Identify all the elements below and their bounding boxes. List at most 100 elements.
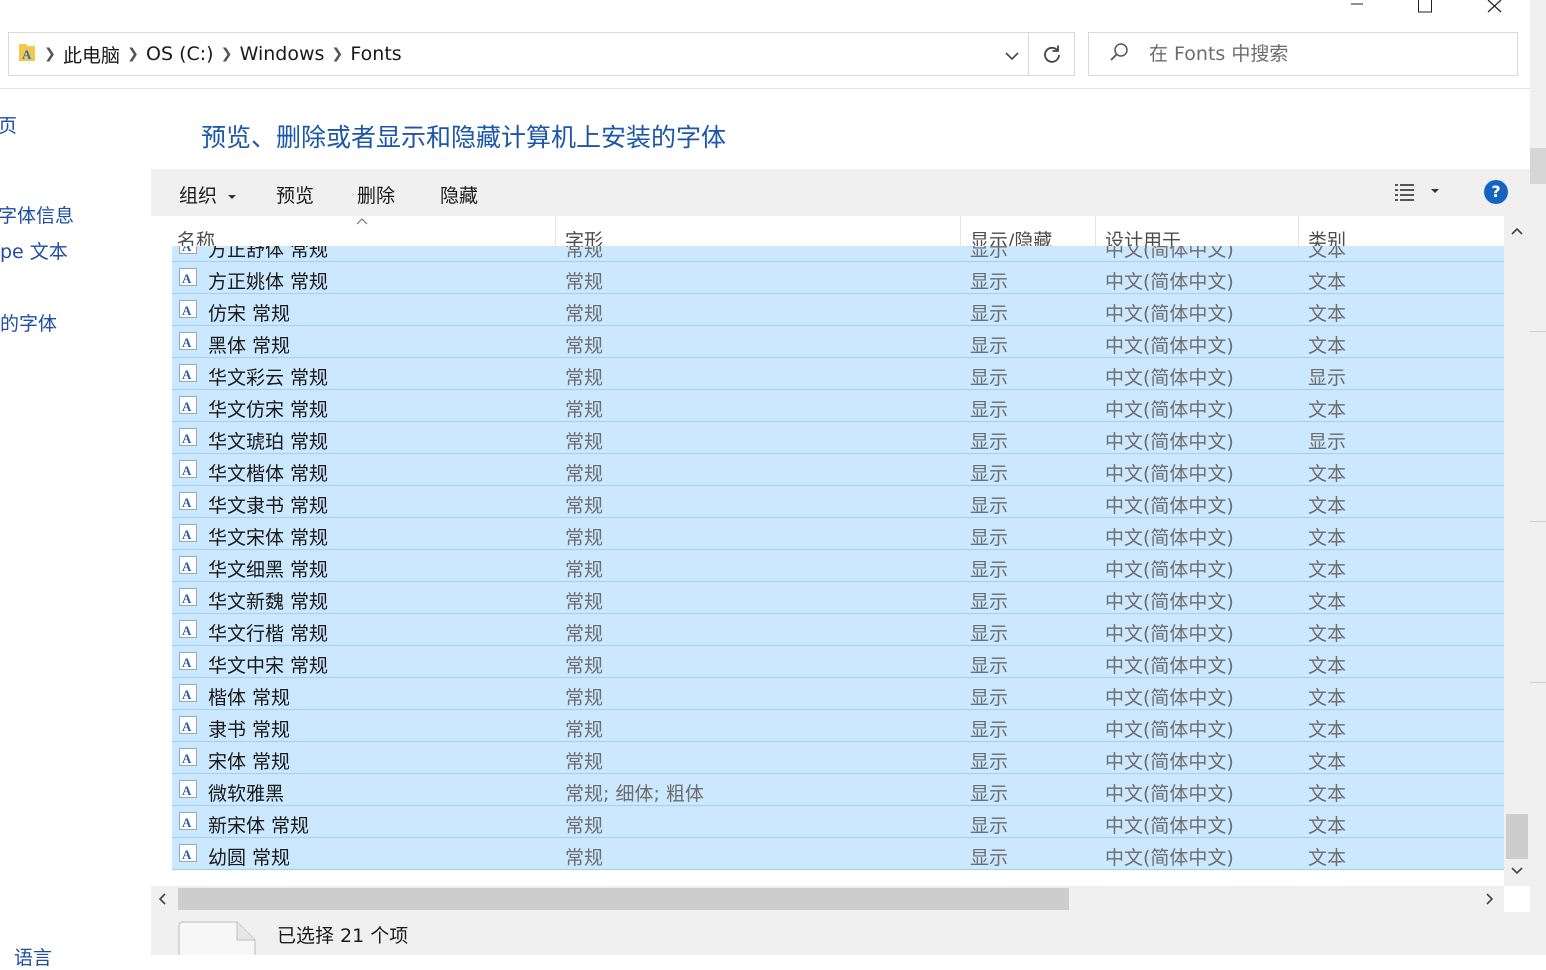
font-row[interactable]: A 楷体 常规 常规 显示 中文(简体中文) 文本 xyxy=(172,678,1504,710)
font-category: 文本 xyxy=(1308,463,1347,485)
font-category: 文本 xyxy=(1308,246,1347,261)
refresh-button[interactable] xyxy=(1029,32,1075,76)
font-row[interactable]: A 华文琥珀 常规 常规 显示 中文(简体中文) 显示 xyxy=(172,422,1504,454)
scroll-down-icon[interactable] xyxy=(1510,866,1524,876)
svg-text:A: A xyxy=(182,751,192,766)
font-style: 常规 xyxy=(565,623,604,645)
font-style: 常规 xyxy=(565,655,604,677)
search-box[interactable] xyxy=(1088,32,1518,76)
font-style: 常规 xyxy=(565,246,604,261)
chevron-down-icon xyxy=(1005,52,1019,61)
font-style: 常规 xyxy=(565,687,604,709)
edge-block xyxy=(1530,148,1546,184)
font-list: A 方正舒体 常规 常规 显示 中文(简体中文) 文本 A 方正姚体 常规 常规 显示 中文(简体中… xyxy=(172,246,1504,886)
address-history-dropdown[interactable] xyxy=(1004,47,1020,66)
address-bar[interactable]: A ❯ 此电脑 ❯ OS (C:) ❯ Windows ❯ Fonts xyxy=(8,32,1029,76)
font-row[interactable]: A 华文宋体 常规 常规 显示 中文(简体中文) 文本 xyxy=(172,518,1504,550)
font-show-hide: 显示 xyxy=(970,655,1009,677)
font-show-hide: 显示 xyxy=(970,783,1009,805)
svg-text:A: A xyxy=(182,687,192,702)
font-row[interactable]: A 华文行楷 常规 常规 显示 中文(简体中文) 文本 xyxy=(172,614,1504,646)
font-category: 文本 xyxy=(1308,271,1347,293)
scroll-right-icon[interactable] xyxy=(1485,892,1495,906)
vertical-scrollbar[interactable] xyxy=(1504,216,1530,886)
font-designed-for: 中文(简体中文) xyxy=(1105,783,1234,805)
font-style: 常规 xyxy=(565,303,604,325)
font-name: 华文琥珀 常规 xyxy=(208,431,329,453)
font-file-icon: A xyxy=(179,428,197,446)
font-name: 华文细黑 常规 xyxy=(208,559,329,581)
font-row[interactable]: A 华文楷体 常规 常规 显示 中文(简体中文) 文本 xyxy=(172,454,1504,486)
font-name: 仿宋 常规 xyxy=(208,303,291,325)
font-row[interactable]: A 华文新魏 常规 常规 显示 中文(简体中文) 文本 xyxy=(172,582,1504,614)
svg-text:A: A xyxy=(182,399,192,414)
selection-count: 已选择 21 个项 xyxy=(277,925,409,947)
font-row[interactable]: A 黑体 常规 常规 显示 中文(简体中文) 文本 xyxy=(172,326,1504,358)
font-row[interactable]: A 华文彩云 常规 常规 显示 中文(简体中文) 显示 xyxy=(172,358,1504,390)
scroll-up-icon[interactable] xyxy=(1510,226,1524,236)
organize-button[interactable]: 组织 xyxy=(179,181,237,208)
font-file-icon: A xyxy=(179,524,197,542)
svg-text:A: A xyxy=(182,303,192,318)
font-category: 文本 xyxy=(1308,559,1347,581)
preview-button[interactable]: 预览 xyxy=(276,181,314,208)
scroll-left-icon[interactable] xyxy=(157,892,167,906)
font-name: 华文新魏 常规 xyxy=(208,591,329,613)
font-row[interactable]: A 华文细黑 常规 常规 显示 中文(简体中文) 文本 xyxy=(172,550,1504,582)
svg-text:A: A xyxy=(182,463,192,478)
delete-button[interactable]: 删除 xyxy=(357,181,395,208)
font-category: 文本 xyxy=(1308,751,1347,773)
left-pane-item[interactable]: 的字体 xyxy=(0,309,57,336)
breadcrumb-fonts[interactable]: Fonts xyxy=(350,43,401,65)
minimize-button[interactable] xyxy=(1322,0,1392,14)
font-row[interactable]: A 幼圆 常规 常规 显示 中文(简体中文) 文本 xyxy=(172,838,1504,870)
close-button[interactable] xyxy=(1460,0,1530,14)
left-pane-item[interactable]: pe 文本 xyxy=(0,237,68,264)
svg-text:A: A xyxy=(182,815,192,830)
font-name: 华文中宋 常规 xyxy=(208,655,329,677)
view-options-button[interactable] xyxy=(1394,182,1444,206)
svg-text:A: A xyxy=(182,367,192,382)
font-designed-for: 中文(简体中文) xyxy=(1105,559,1234,581)
search-input[interactable] xyxy=(1147,42,1491,66)
font-row[interactable]: A 华文隶书 常规 常规 显示 中文(简体中文) 文本 xyxy=(172,486,1504,518)
font-category: 显示 xyxy=(1308,367,1347,389)
edge-line xyxy=(1530,521,1546,522)
left-pane-item[interactable]: 字体信息 xyxy=(0,201,74,228)
font-row[interactable]: A 隶书 常规 常规 显示 中文(简体中文) 文本 xyxy=(172,710,1504,742)
font-row[interactable]: A 宋体 常规 常规 显示 中文(简体中文) 文本 xyxy=(172,742,1504,774)
maximize-button[interactable] xyxy=(1390,0,1460,14)
font-row[interactable]: A 华文中宋 常规 常规 显示 中文(简体中文) 文本 xyxy=(172,646,1504,678)
search-icon xyxy=(1109,42,1129,66)
breadcrumb-os-c[interactable]: OS (C:) xyxy=(146,43,214,65)
font-row[interactable]: A 方正舒体 常规 常规 显示 中文(简体中文) 文本 xyxy=(172,246,1504,262)
font-row[interactable]: A 华文仿宋 常规 常规 显示 中文(简体中文) 文本 xyxy=(172,390,1504,422)
font-row[interactable]: A 方正姚体 常规 常规 显示 中文(简体中文) 文本 xyxy=(172,262,1504,294)
font-file-icon: A xyxy=(179,364,197,382)
hide-button[interactable]: 隐藏 xyxy=(440,181,478,208)
font-category: 文本 xyxy=(1308,495,1347,517)
breadcrumb-this-pc[interactable]: 此电脑 xyxy=(63,41,120,68)
minimize-icon xyxy=(1351,3,1363,5)
font-show-hide: 显示 xyxy=(970,367,1009,389)
font-designed-for: 中文(简体中文) xyxy=(1105,623,1234,645)
svg-text:A: A xyxy=(182,559,192,574)
font-style: 常规 xyxy=(565,335,604,357)
font-row[interactable]: A 仿宋 常规 常规 显示 中文(简体中文) 文本 xyxy=(172,294,1504,326)
svg-text:A: A xyxy=(182,271,192,286)
edge-line xyxy=(1530,331,1546,332)
horizontal-scroll-thumb[interactable] xyxy=(178,888,1069,910)
font-style: 常规; 细体; 粗体 xyxy=(565,783,704,805)
breadcrumb-windows[interactable]: Windows xyxy=(240,43,325,65)
font-designed-for: 中文(简体中文) xyxy=(1105,399,1234,421)
font-show-hide: 显示 xyxy=(970,559,1009,581)
chevron-right-icon: ❯ xyxy=(331,46,344,62)
left-pane-item[interactable]: 页 xyxy=(0,111,17,138)
help-button[interactable]: ? xyxy=(1484,180,1508,204)
font-show-hide: 显示 xyxy=(970,335,1009,357)
vertical-scroll-thumb[interactable] xyxy=(1506,814,1528,859)
font-file-icon: A xyxy=(179,844,197,862)
font-row[interactable]: A 微软雅黑 常规; 细体; 粗体 显示 中文(简体中文) 文本 xyxy=(172,774,1504,806)
left-pane-item[interactable]: 语言 xyxy=(14,943,52,970)
font-row[interactable]: A 新宋体 常规 常规 显示 中文(简体中文) 文本 xyxy=(172,806,1504,838)
